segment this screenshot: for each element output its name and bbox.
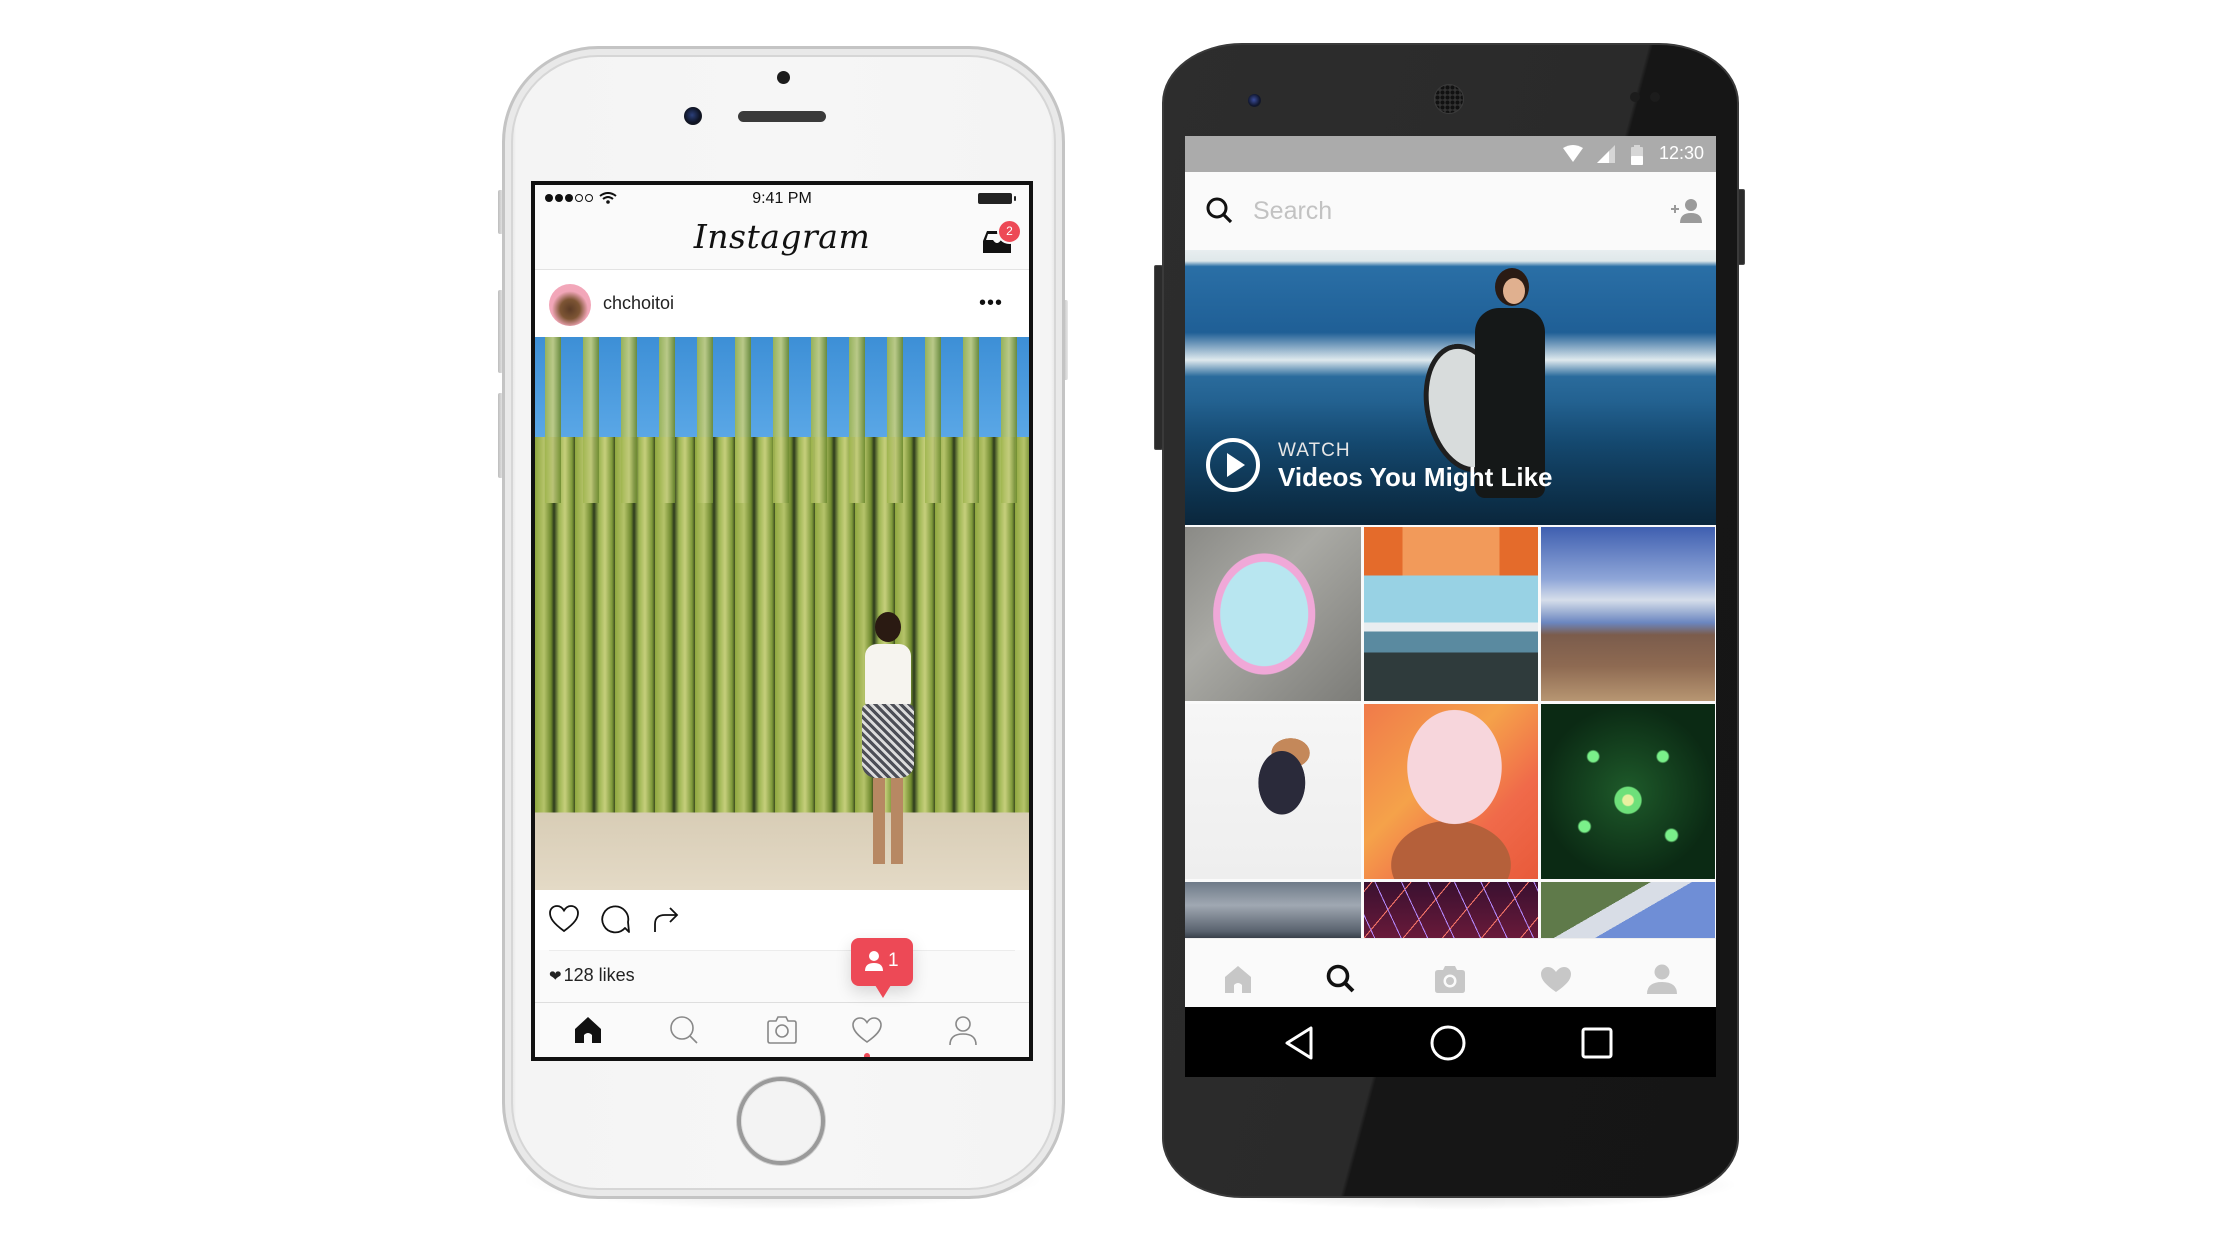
grid-tile-canyon-kneeling[interactable] [1541, 527, 1715, 701]
like-icon[interactable] [549, 904, 579, 934]
iphone-earpiece [738, 111, 826, 122]
search-bar [1185, 172, 1716, 250]
grid-tile-tent-ocean-view[interactable] [1364, 527, 1538, 701]
tab-camera-icon[interactable] [765, 1013, 799, 1047]
grid-tile-cat-in-mirror[interactable] [1185, 527, 1361, 701]
tab-search-icon[interactable] [1325, 963, 1357, 995]
grid-tile-dog-lifted[interactable] [1185, 704, 1361, 879]
share-icon[interactable] [651, 904, 681, 934]
post-photo[interactable] [535, 337, 1029, 890]
post-username[interactable]: chchoitoi [603, 293, 674, 314]
ios-navigation-bar: Instagram 2 [535, 211, 1029, 270]
android-sensor [1650, 92, 1660, 102]
wifi-icon [1563, 145, 1583, 162]
watch-title[interactable]: Videos You Might Like [1278, 462, 1553, 493]
video-banner[interactable]: WATCH Videos You Might Like [1185, 250, 1716, 525]
android-status-bar: 12:30 [1185, 136, 1716, 172]
iphone-proximity-sensor [777, 71, 790, 84]
search-input[interactable] [1253, 191, 1633, 231]
tab-activity-icon[interactable] [850, 1013, 884, 1047]
inbox-badge: 2 [997, 219, 1022, 244]
iphone-front-camera-icon [684, 107, 702, 125]
android-tab-bar [1185, 938, 1716, 1008]
explore-grid [1185, 527, 1716, 940]
comment-icon[interactable] [601, 904, 631, 934]
grid-tile-light-trails[interactable] [1364, 882, 1538, 940]
grid-tile-green-fireworks[interactable] [1541, 704, 1715, 879]
play-icon[interactable] [1205, 437, 1261, 493]
android-sensor [1630, 92, 1640, 102]
tab-profile-icon[interactable] [946, 1013, 980, 1047]
recents-icon[interactable] [1578, 1024, 1616, 1062]
heart-filled-icon: ❤ [549, 968, 562, 985]
ios-status-bar: 9:41 PM [535, 185, 1029, 211]
iphone-home-button[interactable] [737, 1077, 825, 1165]
back-icon[interactable] [1281, 1024, 1319, 1062]
tab-home-icon[interactable] [571, 1013, 605, 1047]
notification-count: 1 [888, 950, 899, 971]
likes-count[interactable]: ❤ 128 likes [549, 965, 635, 986]
watch-label: WATCH [1278, 440, 1351, 461]
avatar[interactable] [549, 284, 591, 326]
instagram-logo: Instagram [693, 217, 871, 256]
home-circle-icon[interactable] [1429, 1024, 1467, 1062]
android-earpiece-speaker [1434, 84, 1464, 114]
android-front-camera-icon [1248, 94, 1261, 107]
android-system-navigation [1185, 1007, 1716, 1077]
battery-icon [1631, 145, 1643, 165]
more-options-icon[interactable]: ••• [979, 292, 1003, 315]
add-person-icon[interactable] [1669, 198, 1703, 224]
likes-text: 128 likes [563, 965, 635, 985]
divider [549, 950, 1015, 951]
tab-camera-icon[interactable] [1434, 963, 1466, 995]
tab-search-icon[interactable] [667, 1013, 701, 1047]
search-icon[interactable] [1205, 196, 1235, 226]
status-time: 12:30 [1659, 143, 1705, 163]
follower-icon [865, 951, 883, 971]
grid-tile-snowy-mountain[interactable] [1541, 882, 1715, 940]
grid-tile-cotton-candy[interactable] [1364, 704, 1538, 879]
android-screen: 12:30 WATCH Videos You Might Like [1185, 136, 1716, 1077]
tab-activity-icon[interactable] [1540, 963, 1572, 995]
photo-cacti [535, 337, 1029, 503]
ios-tab-bar [535, 1002, 1029, 1057]
new-follower-notification[interactable]: 1 [851, 938, 913, 998]
post-header: chchoitoi ••• [535, 270, 1029, 337]
iphone-screen: 9:41 PM Instagram 2 chchoitoi ••• ❤ 128 … [531, 181, 1033, 1061]
grid-tile-cloudy-sky[interactable] [1185, 882, 1361, 940]
cell-signal-icon [1597, 145, 1615, 163]
photo-person [857, 612, 919, 872]
activity-indicator-dot [864, 1053, 870, 1057]
status-time: 9:41 PM [752, 190, 812, 207]
post-actions [535, 890, 1029, 950]
battery-icon [978, 193, 1016, 204]
tab-home-icon[interactable] [1222, 963, 1254, 995]
tab-profile-icon[interactable] [1646, 963, 1678, 995]
